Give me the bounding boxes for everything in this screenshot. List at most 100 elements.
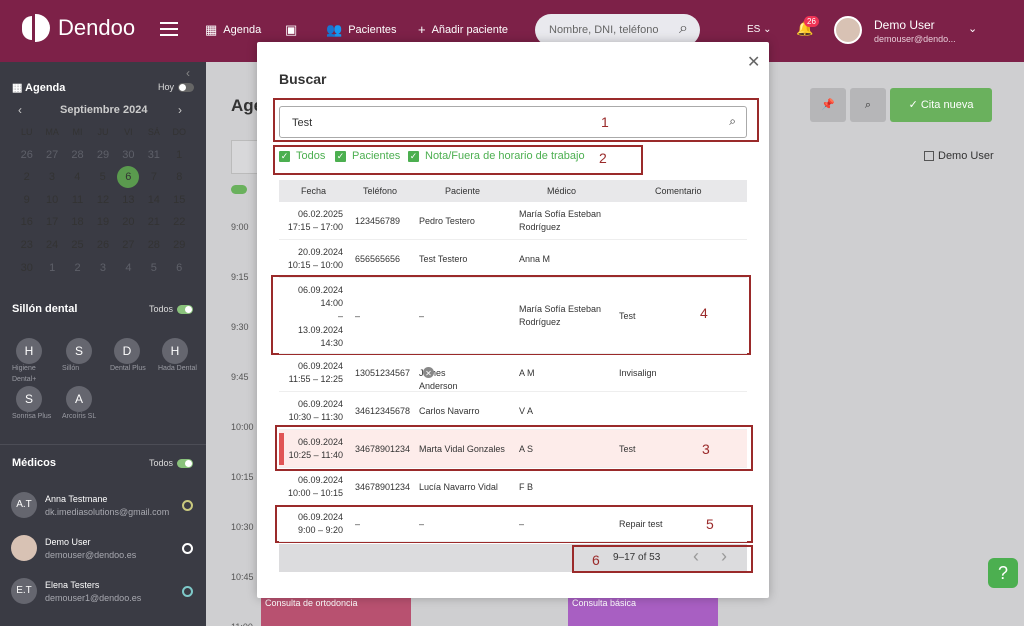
chairs-todos-toggle[interactable]: Todos bbox=[149, 304, 194, 315]
filter-pacientes[interactable]: ✓ Pacientes bbox=[335, 150, 400, 162]
calendar-day[interactable]: 12 bbox=[90, 189, 115, 212]
avatar[interactable]: E.T bbox=[11, 578, 37, 604]
language-select[interactable]: ES ⌄ bbox=[747, 24, 772, 35]
view-toggle[interactable] bbox=[231, 185, 247, 194]
calendar-day[interactable]: 30 bbox=[116, 144, 141, 167]
chair-avatar[interactable]: S bbox=[66, 338, 92, 364]
chair-avatar[interactable]: A bbox=[66, 386, 92, 412]
table-row[interactable]: 06.09.2024 10:25 – 11:40 34678901234 Mar… bbox=[279, 430, 747, 468]
calendar-day[interactable]: 18 bbox=[65, 211, 90, 234]
calendar-day[interactable]: 6 bbox=[117, 166, 140, 189]
calendar-day[interactable]: 9 bbox=[14, 189, 39, 212]
demo-user-checkbox[interactable] bbox=[924, 151, 934, 162]
checkbox-checked-icon[interactable]: ✓ bbox=[408, 150, 419, 162]
calendar-day[interactable]: 26 bbox=[90, 234, 115, 257]
calendar-day[interactable]: 24 bbox=[39, 234, 64, 257]
chair-avatar[interactable]: S bbox=[16, 386, 42, 412]
chairs-todos-switch[interactable] bbox=[177, 305, 194, 315]
new-appointment-button[interactable]: ✓ Cita nueva bbox=[890, 88, 992, 122]
info-icon[interactable]: ✕ bbox=[423, 367, 434, 378]
calendar-day[interactable]: 31 bbox=[141, 144, 166, 167]
filter-todos[interactable]: ✓ Todos bbox=[279, 150, 325, 162]
avatar[interactable]: A.T bbox=[11, 492, 37, 518]
chair-avatar[interactable]: D bbox=[114, 338, 140, 364]
nav-add-patient[interactable]: + Añadir paciente bbox=[418, 22, 508, 37]
avatar[interactable] bbox=[834, 16, 862, 44]
table-row[interactable]: 20.09.2024 10:00 – 10:15 656565656 Test … bbox=[279, 240, 747, 278]
calendar-day[interactable]: 6 bbox=[167, 257, 192, 280]
help-icon[interactable]: ? bbox=[988, 558, 1018, 588]
calendar-day[interactable]: 25 bbox=[65, 234, 90, 257]
search-icon[interactable]: ⌕ bbox=[679, 20, 688, 38]
calendar-day[interactable]: 1 bbox=[167, 144, 192, 167]
calendar-day[interactable]: 13 bbox=[116, 189, 141, 212]
collapse-sidebar-icon[interactable]: ‹ bbox=[186, 66, 190, 80]
nav-calendar-search[interactable]: ▣ bbox=[285, 22, 297, 38]
calendar-day[interactable]: 29 bbox=[167, 234, 192, 257]
doctors-todos-toggle[interactable]: Todos bbox=[149, 458, 194, 469]
calendar-day[interactable]: 22 bbox=[167, 211, 192, 234]
calendar-day[interactable]: 30 bbox=[14, 257, 39, 280]
appointment-card[interactable]: Consulta de ortodoncia bbox=[261, 594, 411, 626]
avatar[interactable] bbox=[11, 535, 37, 561]
calendar-day[interactable]: 5 bbox=[141, 257, 166, 280]
calendar-day[interactable]: 11 bbox=[65, 189, 90, 212]
calendar-day[interactable]: 4 bbox=[65, 166, 90, 189]
doctor-color-indicator[interactable] bbox=[182, 543, 193, 554]
checkbox-checked-icon[interactable]: ✓ bbox=[279, 150, 290, 162]
table-row[interactable]: 06.09.2024 9:00 – 9:20 – – – Repair test bbox=[279, 506, 747, 542]
chair-avatar[interactable]: H bbox=[162, 338, 188, 364]
calendar-day[interactable]: 3 bbox=[39, 166, 64, 189]
appointment-card[interactable]: Consulta básica bbox=[568, 594, 718, 626]
calendar-day[interactable]: 26 bbox=[14, 144, 39, 167]
table-row[interactable]: 06.09.2024 10:00 – 10:15 34678901234 Luc… bbox=[279, 468, 747, 506]
next-month-button[interactable]: › bbox=[178, 103, 182, 117]
calendar-day[interactable]: 7 bbox=[141, 166, 166, 189]
doctors-todos-switch[interactable] bbox=[177, 459, 194, 469]
calendar-day[interactable]: 23 bbox=[14, 234, 39, 257]
brand-logo[interactable]: Dendoo bbox=[22, 14, 135, 42]
doctor-color-indicator[interactable] bbox=[182, 586, 193, 597]
calendar-day[interactable]: 15 bbox=[167, 189, 192, 212]
calendar-day[interactable]: 4 bbox=[116, 257, 141, 280]
nav-pacientes[interactable]: 👥 Pacientes bbox=[326, 22, 397, 38]
calendar-day[interactable]: 5 bbox=[90, 166, 115, 189]
table-row[interactable]: 06.09.2024 11:55 – 12:25 13051234567 Jam… bbox=[279, 354, 747, 392]
calendar-day[interactable]: 29 bbox=[90, 144, 115, 167]
close-icon[interactable]: ✕ bbox=[747, 52, 760, 72]
calendar-day[interactable]: 16 bbox=[14, 211, 39, 234]
search-button[interactable]: ⌕ bbox=[850, 88, 886, 122]
calendar-day[interactable]: 14 bbox=[141, 189, 166, 212]
search-icon[interactable]: ⌕ bbox=[729, 114, 736, 129]
calendar-day[interactable]: 2 bbox=[14, 166, 39, 189]
calendar-day[interactable]: 19 bbox=[90, 211, 115, 234]
bell-icon[interactable]: 🔔 26 bbox=[796, 16, 819, 37]
checkbox-checked-icon[interactable]: ✓ bbox=[335, 150, 346, 162]
table-row[interactable]: 06.09.2024 14:00 – 13.09.2024 14:30 – – … bbox=[279, 278, 747, 354]
table-row[interactable]: 06.02.2025 17:00 – 17:15 123456789 Pedro… bbox=[279, 202, 747, 240]
calendar-day[interactable]: 8 bbox=[167, 166, 192, 189]
doctor-color-indicator[interactable] bbox=[182, 500, 193, 511]
filter-notas[interactable]: ✓ Nota/Fuera de horario de trabajo bbox=[408, 150, 585, 162]
chevron-down-icon[interactable]: ⌄ bbox=[968, 22, 977, 35]
nav-agenda[interactable]: ▦ Agenda bbox=[205, 22, 261, 38]
chair-avatar[interactable]: H bbox=[16, 338, 42, 364]
calendar-day[interactable]: 27 bbox=[116, 234, 141, 257]
hoy-toggle[interactable]: Hoy bbox=[158, 82, 195, 93]
calendar-day[interactable]: 3 bbox=[90, 257, 115, 280]
calendar-day[interactable]: 2 bbox=[65, 257, 90, 280]
calendar-day[interactable]: 17 bbox=[39, 211, 64, 234]
calendar-day[interactable]: 1 bbox=[39, 257, 64, 280]
calendar-day[interactable]: 28 bbox=[141, 234, 166, 257]
menu-icon[interactable] bbox=[160, 22, 178, 36]
calendar-day[interactable]: 28 bbox=[65, 144, 90, 167]
search-input[interactable]: Test ⌕ bbox=[279, 106, 747, 138]
pin-button[interactable]: 📌 bbox=[810, 88, 846, 122]
calendar-day[interactable]: 10 bbox=[39, 189, 64, 212]
demo-user-filter[interactable]: Demo User bbox=[924, 150, 994, 162]
hoy-switch[interactable] bbox=[178, 83, 195, 93]
calendar-day[interactable]: 27 bbox=[39, 144, 64, 167]
calendar-day[interactable]: 20 bbox=[116, 211, 141, 234]
prev-month-button[interactable]: ‹ bbox=[18, 103, 22, 117]
calendar-day[interactable]: 21 bbox=[141, 211, 166, 234]
